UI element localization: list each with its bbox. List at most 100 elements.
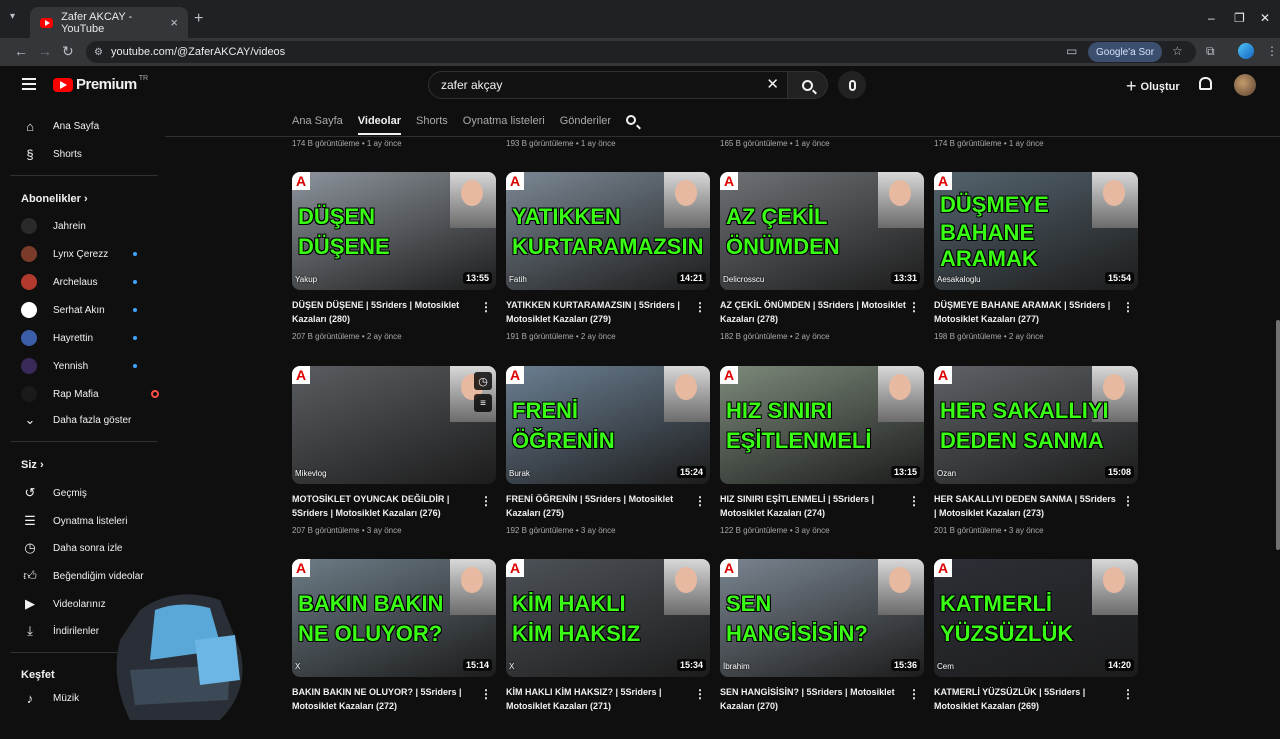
video-title[interactable]: HER SAKALLIYI DEDEN SANMA | 5Sriders | M… bbox=[934, 492, 1120, 520]
sidebar-item-downloads[interactable]: ⤓ İndirilenler bbox=[21, 621, 99, 641]
video-card[interactable]: A SEN HANGİSİSİN? İbrahim 15:36 SEN HANGİSİSİ… bbox=[720, 559, 924, 739]
video-card[interactable]: A YATIKKEN KURTARAMAZSIN Fatih 14:21 YATIKKEN… bbox=[506, 172, 710, 352]
watch-later-icon[interactable]: ◷ bbox=[474, 372, 492, 390]
video-thumbnail[interactable]: A HER SAKALLIYI DEDEN SANMA Ozan 15:08 bbox=[934, 366, 1138, 484]
new-tab-icon[interactable]: + bbox=[194, 10, 203, 28]
sidebar-channel[interactable]: Lynx Çerezz bbox=[21, 244, 137, 264]
cast-icon[interactable]: ▭ bbox=[1066, 44, 1077, 58]
site-info-icon[interactable]: ⚙ bbox=[94, 47, 103, 58]
tab-posts[interactable]: Gönderiler bbox=[560, 115, 611, 127]
more-options-icon[interactable]: ⋮ bbox=[908, 494, 920, 508]
search-button[interactable] bbox=[788, 71, 828, 99]
video-card[interactable]: A DÜŞMEYE BAHANE ARAMAK Aesakaloglu 15:54 DÜŞM… bbox=[934, 172, 1138, 352]
more-options-icon[interactable]: ⋮ bbox=[480, 687, 492, 701]
browser-profile-icon[interactable] bbox=[1238, 43, 1254, 59]
back-icon[interactable]: ← bbox=[14, 43, 28, 59]
sidebar-item-home[interactable]: ⌂ Ana Sayfa bbox=[21, 116, 99, 136]
video-title[interactable]: HIZ SINIRI EŞİTLENMELİ | 5Sriders | Moto… bbox=[720, 492, 906, 520]
video-title[interactable]: KİM HAKLI KİM HAKSIZ? | 5Sriders | Motos… bbox=[506, 685, 692, 713]
tab-shorts[interactable]: Shorts bbox=[416, 115, 448, 127]
video-card[interactable]: A BAKIN BAKIN NE OLUYOR? X 15:14 BAKIN BAKIN … bbox=[292, 559, 496, 739]
sidebar-item-playlists[interactable]: ☰ Oynatma listeleri bbox=[21, 511, 127, 531]
sidebar-item-music[interactable]: ♪ Müzik bbox=[21, 688, 79, 708]
browser-tab[interactable]: Zafer AKCAY - YouTube × bbox=[30, 7, 188, 38]
minimize-icon[interactable]: – bbox=[1208, 11, 1215, 25]
video-title[interactable]: BAKIN BAKIN NE OLUYOR? | 5Sriders | Moto… bbox=[292, 685, 478, 713]
more-options-icon[interactable]: ⋮ bbox=[694, 300, 706, 314]
video-title[interactable]: KATMERLİ YÜZSÜZLÜK | 5Sriders | Motosikl… bbox=[934, 685, 1120, 713]
video-thumbnail[interactable]: A KATMERLİ YÜZSÜZLÜK Cem 14:20 bbox=[934, 559, 1138, 677]
video-thumbnail[interactable]: A FRENİ ÖĞRENİN Burak 15:24 bbox=[506, 366, 710, 484]
tab-playlists[interactable]: Oynatma listeleri bbox=[463, 115, 545, 127]
sidebar-item-your-videos[interactable]: ▶ Videolarınız bbox=[21, 594, 106, 614]
video-card[interactable]: A Mikevlog ◷ ≡ MOTOSİKLET OYUNCAK DEĞİLDİR |… bbox=[292, 366, 496, 546]
address-bar[interactable]: ⚙ youtube.com/@ZaferAKCAY/videos bbox=[86, 41, 1196, 63]
video-thumbnail[interactable]: A DÜŞMEYE BAHANE ARAMAK Aesakaloglu 15:54 bbox=[934, 172, 1138, 290]
video-card[interactable]: A AZ ÇEKİL ÖNÜMDEN Delicrosscu 13:31 AZ ÇEKİL… bbox=[720, 172, 924, 352]
video-card[interactable]: A DÜŞEN DÜŞENE Yakup 13:55 DÜŞEN DÜŞENE | 5Sr… bbox=[292, 172, 496, 352]
subscriptions-header[interactable]: Abonelikler › bbox=[21, 193, 88, 205]
video-thumbnail[interactable]: A YATIKKEN KURTARAMAZSIN Fatih 14:21 bbox=[506, 172, 710, 290]
video-card[interactable]: A FRENİ ÖĞRENİN Burak 15:24 FRENİ ÖĞRENİN | 5… bbox=[506, 366, 710, 546]
tab-list-icon[interactable]: ▾ bbox=[10, 11, 15, 22]
tab-videos[interactable]: Videolar bbox=[357, 115, 401, 135]
video-thumbnail[interactable]: A BAKIN BAKIN NE OLUYOR? X 15:14 bbox=[292, 559, 496, 677]
create-button[interactable]: + Oluştur bbox=[1126, 76, 1180, 97]
google-sor-button[interactable]: Google'a Sor bbox=[1088, 42, 1163, 62]
video-title[interactable]: SEN HANGİSİSİN? | 5Sriders | Motosiklet … bbox=[720, 685, 906, 713]
video-card[interactable]: A KATMERLİ YÜZSÜZLÜK Cem 14:20 KATMERLİ YÜZSÜ… bbox=[934, 559, 1138, 739]
browser-menu-icon[interactable]: ⋮ bbox=[1266, 44, 1278, 58]
sidebar-channel[interactable]: Rap Mafia bbox=[21, 384, 159, 404]
youtube-logo[interactable]: Premium TR bbox=[53, 75, 148, 93]
sidebar-item-history[interactable]: ↺ Geçmiş bbox=[21, 483, 87, 503]
video-thumbnail[interactable]: A SEN HANGİSİSİN? İbrahim 15:36 bbox=[720, 559, 924, 677]
more-options-icon[interactable]: ⋮ bbox=[1122, 300, 1134, 314]
video-thumbnail[interactable]: A Mikevlog ◷ ≡ bbox=[292, 366, 496, 484]
user-avatar[interactable] bbox=[1234, 74, 1256, 96]
clear-search-icon[interactable]: ✕ bbox=[766, 75, 779, 93]
extensions-icon[interactable]: ⧉ bbox=[1206, 44, 1215, 59]
video-thumbnail[interactable]: A KİM HAKLI KİM HAKSIZ X 15:34 bbox=[506, 559, 710, 677]
video-thumbnail[interactable]: A AZ ÇEKİL ÖNÜMDEN Delicrosscu 13:31 bbox=[720, 172, 924, 290]
sidebar-channel[interactable]: Yennish bbox=[21, 356, 137, 376]
video-title[interactable]: MOTOSİKLET OYUNCAK DEĞİLDİR | 5Sriders |… bbox=[292, 492, 478, 520]
video-title[interactable]: YATIKKEN KURTARAMAZSIN | 5Sriders | Moto… bbox=[506, 298, 692, 326]
video-title[interactable]: FRENİ ÖĞRENİN | 5Sriders | Motosiklet Ka… bbox=[506, 492, 692, 520]
add-to-queue-icon[interactable]: ≡ bbox=[474, 394, 492, 412]
sidebar-item-watch-later[interactable]: ◷ Daha sonra izle bbox=[21, 538, 122, 558]
more-options-icon[interactable]: ⋮ bbox=[480, 494, 492, 508]
video-card[interactable]: A HIZ SINIRI EŞİTLENMELİ 13:15 HIZ SINIRI EŞ… bbox=[720, 366, 924, 546]
close-window-icon[interactable]: ✕ bbox=[1260, 11, 1270, 25]
you-header[interactable]: Siz › bbox=[21, 459, 44, 471]
video-title[interactable]: DÜŞMEYE BAHANE ARAMAK | 5Sriders | Motos… bbox=[934, 298, 1120, 326]
video-card[interactable]: A HER SAKALLIYI DEDEN SANMA Ozan 15:08 HER SA… bbox=[934, 366, 1138, 546]
show-more-button[interactable]: ⌄ Daha fazla göster bbox=[21, 410, 132, 430]
more-options-icon[interactable]: ⋮ bbox=[1122, 494, 1134, 508]
voice-search-button[interactable] bbox=[838, 71, 866, 99]
sidebar-channel[interactable]: Serhat Akın bbox=[21, 300, 137, 320]
close-tab-icon[interactable]: × bbox=[170, 15, 178, 30]
video-title[interactable]: DÜŞEN DÜŞENE | 5Sriders | Motosiklet Kaz… bbox=[292, 298, 478, 326]
notifications-bell-icon[interactable] bbox=[1199, 77, 1212, 90]
search-input[interactable]: zafer akçay ✕ bbox=[428, 71, 788, 99]
more-options-icon[interactable]: ⋮ bbox=[694, 494, 706, 508]
video-thumbnail[interactable]: A DÜŞEN DÜŞENE Yakup 13:55 bbox=[292, 172, 496, 290]
page-scrollbar[interactable] bbox=[1276, 320, 1280, 550]
video-title[interactable]: AZ ÇEKİL ÖNÜMDEN | 5Sriders | Motosiklet… bbox=[720, 298, 906, 326]
sidebar-channel[interactable]: Archelaus bbox=[21, 272, 137, 292]
more-options-icon[interactable]: ⋮ bbox=[694, 687, 706, 701]
reload-icon[interactable]: ↻ bbox=[62, 43, 74, 60]
tab-home[interactable]: Ana Sayfa bbox=[292, 115, 343, 127]
sidebar-item-shorts[interactable]: § Shorts bbox=[21, 144, 82, 164]
channel-search-icon[interactable] bbox=[626, 114, 651, 128]
more-options-icon[interactable]: ⋮ bbox=[908, 300, 920, 314]
bookmark-star-icon[interactable]: ☆ bbox=[1172, 44, 1183, 58]
more-options-icon[interactable]: ⋮ bbox=[1122, 687, 1134, 701]
more-options-icon[interactable]: ⋮ bbox=[480, 300, 492, 314]
forward-icon[interactable]: → bbox=[38, 43, 52, 59]
video-card[interactable]: A KİM HAKLI KİM HAKSIZ X 15:34 KİM HAKLI KİM … bbox=[506, 559, 710, 739]
sidebar-channel[interactable]: Jahrein bbox=[21, 216, 86, 236]
maximize-icon[interactable]: ❐ bbox=[1234, 11, 1245, 25]
sidebar-channel[interactable]: Hayrettin bbox=[21, 328, 137, 348]
video-thumbnail[interactable]: A HIZ SINIRI EŞİTLENMELİ 13:15 bbox=[720, 366, 924, 484]
